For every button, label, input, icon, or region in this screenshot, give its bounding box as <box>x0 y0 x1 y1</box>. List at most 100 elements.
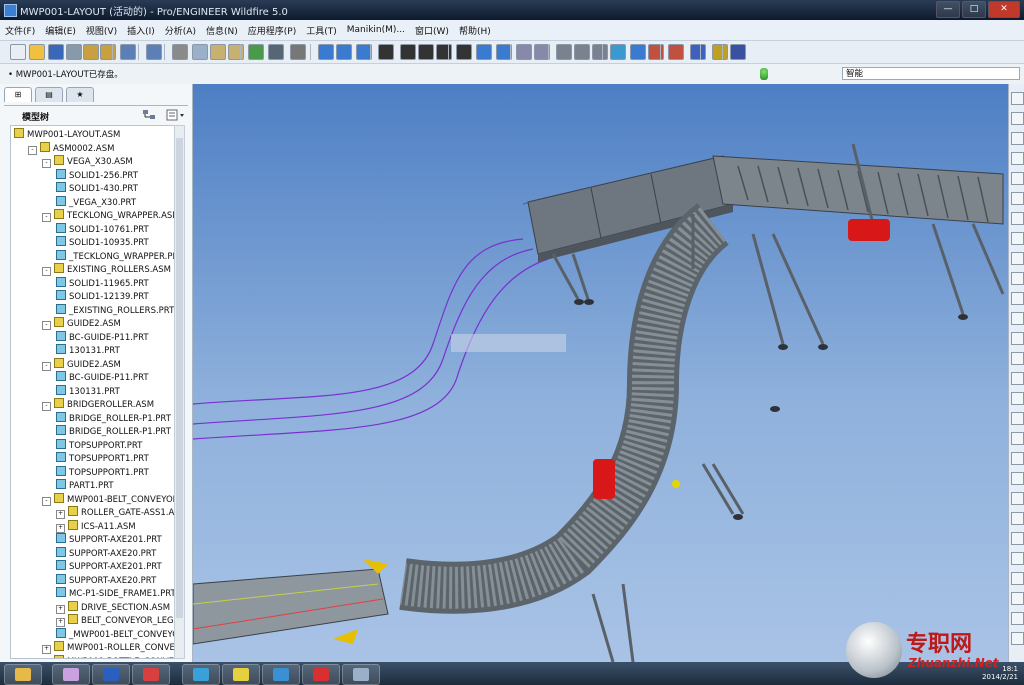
pan-icon[interactable] <box>400 44 416 60</box>
feature-tool-icon[interactable] <box>1011 412 1024 425</box>
tree-item[interactable]: _EXISTING_ROLLERS.PRT <box>56 303 174 317</box>
tree-item[interactable]: _MWP001-BELT_CONVEYO <box>56 627 174 641</box>
feature-tool-icon[interactable] <box>1011 112 1024 125</box>
feature-tool-icon[interactable] <box>1011 452 1024 465</box>
layer-icon[interactable] <box>516 44 532 60</box>
menu-item[interactable]: 插入(I) <box>122 24 160 37</box>
graphics-viewport[interactable] <box>193 84 1008 662</box>
tree-expander-icon[interactable]: - <box>42 159 51 168</box>
tree-item[interactable]: SUPPORT-AXE201.PRT <box>56 533 162 546</box>
regen-status-light-icon[interactable] <box>760 68 768 80</box>
tree-item[interactable]: 130131.PRT <box>56 384 120 398</box>
tree-item[interactable]: + DRIVE_SECTION.ASM <box>56 600 170 614</box>
menu-item[interactable]: 视图(V) <box>81 24 122 37</box>
zoom-out-icon[interactable] <box>436 44 452 60</box>
paste-icon[interactable] <box>210 44 226 60</box>
tree-scrollbar[interactable] <box>174 125 185 659</box>
feature-tool-icon[interactable] <box>1011 472 1024 485</box>
select-box-icon[interactable] <box>290 44 306 60</box>
tree-expander-icon[interactable]: - <box>42 267 51 276</box>
copy-icon[interactable] <box>192 44 208 60</box>
tab-favorites[interactable]: ★ <box>66 87 94 102</box>
tree-item[interactable]: BC-GUIDE-P11.PRT <box>56 371 149 384</box>
feature-tool-icon[interactable] <box>1011 292 1024 305</box>
feature-tool-icon[interactable] <box>1011 592 1024 605</box>
tree-item[interactable]: SOLID1-12139.PRT <box>56 290 149 303</box>
tree-expander-icon[interactable]: - <box>42 321 51 330</box>
tree-item[interactable]: SUPPORT-AXE20.PRT <box>56 573 156 587</box>
menu-item[interactable]: 应用程序(P) <box>243 24 301 37</box>
feature-tool-icon[interactable] <box>1011 272 1024 285</box>
tree-item[interactable]: MWP001-LAYOUT.ASM <box>14 128 120 141</box>
tree-item[interactable]: - MWP001-BELT_CONVEYOR.AS <box>42 492 174 506</box>
feature-tool-icon[interactable] <box>1011 572 1024 585</box>
open-icon[interactable] <box>29 44 45 60</box>
tree-item[interactable]: + ICS-A11.ASM <box>56 519 136 533</box>
feature-tool-icon[interactable] <box>1011 252 1024 265</box>
tree-item[interactable]: - VEGA_X30.ASM <box>42 155 133 168</box>
feature-tool-icon[interactable] <box>1011 372 1024 385</box>
feature-tool-icon[interactable] <box>1011 432 1024 445</box>
tree-item[interactable]: + BELT_CONVEYOR_LEGS.AS <box>56 614 174 627</box>
wireframe-icon[interactable] <box>556 44 572 60</box>
tree-item[interactable]: + MWP001-ROLLER_CONVEYOR <box>42 641 174 654</box>
taskbar-button[interactable] <box>302 664 340 685</box>
print-icon[interactable] <box>66 44 82 60</box>
hidden-line-icon[interactable] <box>574 44 590 60</box>
tree-expander-icon[interactable]: + <box>56 604 65 614</box>
menu-item[interactable]: 窗口(W) <box>410 24 454 37</box>
tree-item[interactable]: TOPSUPPORT1.PRT <box>56 465 149 479</box>
tree-item[interactable]: - GUIDE2.ASM <box>42 317 121 330</box>
datum-axis-icon[interactable] <box>668 44 684 60</box>
feature-tool-icon[interactable] <box>1011 492 1024 505</box>
feature-tool-icon[interactable] <box>1011 92 1024 105</box>
tree-item[interactable]: TOPSUPPORT1.PRT <box>56 452 149 465</box>
minimize-button[interactable]: — <box>936 1 960 18</box>
tree-item[interactable]: SOLID1-10935.PRT <box>56 236 149 249</box>
tree-item[interactable]: - TECKLONG_WRAPPER.ASM <box>42 209 174 222</box>
tree-item[interactable]: - ASM0002.ASM <box>28 141 114 155</box>
tree-expander-icon[interactable]: + <box>42 645 51 654</box>
tree-item[interactable]: BRIDGE_ROLLER-P1.PRT <box>56 411 171 425</box>
no-hidden-icon[interactable] <box>592 44 608 60</box>
tree-expander-icon[interactable]: + <box>56 523 65 533</box>
close-button[interactable]: ✕ <box>988 1 1020 18</box>
tree-item[interactable]: _TECKLONG_WRAPPER.PRT <box>56 249 174 263</box>
tree-item[interactable]: MC-P1-SIDE_FRAME1.PRT <box>56 587 174 600</box>
tree-item[interactable]: SOLID1-430.PRT <box>56 182 138 195</box>
tab-folder-browser[interactable]: ▤ <box>35 87 63 102</box>
tree-expander-icon[interactable]: + <box>42 659 51 660</box>
zoom-in-icon[interactable] <box>418 44 434 60</box>
tree-item[interactable]: - GUIDE2.ASM <box>42 357 121 371</box>
new-icon[interactable] <box>10 44 26 60</box>
tree-show-icon[interactable] <box>166 109 186 121</box>
tab-model-tree[interactable]: ⊞ <box>4 87 32 102</box>
menu-item[interactable]: 分析(A) <box>160 24 201 37</box>
feature-tool-icon[interactable] <box>1011 352 1024 365</box>
shading-icon[interactable] <box>610 44 626 60</box>
tree-item[interactable]: SOLID1-11965.PRT <box>56 276 149 290</box>
tree-expander-icon[interactable]: + <box>56 618 65 627</box>
feature-tool-icon[interactable] <box>1011 232 1024 245</box>
taskbar-button[interactable] <box>182 664 220 685</box>
regenerate-icon[interactable] <box>248 44 264 60</box>
reorient-icon[interactable] <box>476 44 492 60</box>
tree-expander-icon[interactable]: - <box>42 213 51 222</box>
feature-tool-icon[interactable] <box>1011 192 1024 205</box>
orient-icon[interactable] <box>336 44 352 60</box>
taskbar-button[interactable] <box>222 664 260 685</box>
tree-item[interactable]: 130131.PRT <box>56 344 120 357</box>
email-icon[interactable] <box>83 44 99 60</box>
maximize-button[interactable]: □ <box>962 1 986 18</box>
menu-item[interactable]: Manikin(M)... <box>342 25 410 35</box>
tree-settings-icon[interactable] <box>142 109 158 121</box>
tree-item[interactable]: - EXISTING_ROLLERS.ASM <box>42 263 171 276</box>
csys-icon[interactable] <box>712 44 728 60</box>
taskbar-button[interactable] <box>132 664 170 685</box>
taskbar-button[interactable] <box>262 664 300 685</box>
tree-item[interactable]: + MWP001-BOTTLE_CONVEYOR <box>42 654 174 660</box>
selection-filter-select[interactable]: 智能 <box>842 67 1020 80</box>
tree-item[interactable]: BRIDGE_ROLLER-P1.PRT <box>56 425 171 438</box>
tree-item[interactable]: - BRIDGEROLLER.ASM <box>42 398 154 411</box>
cut-icon[interactable] <box>172 44 188 60</box>
